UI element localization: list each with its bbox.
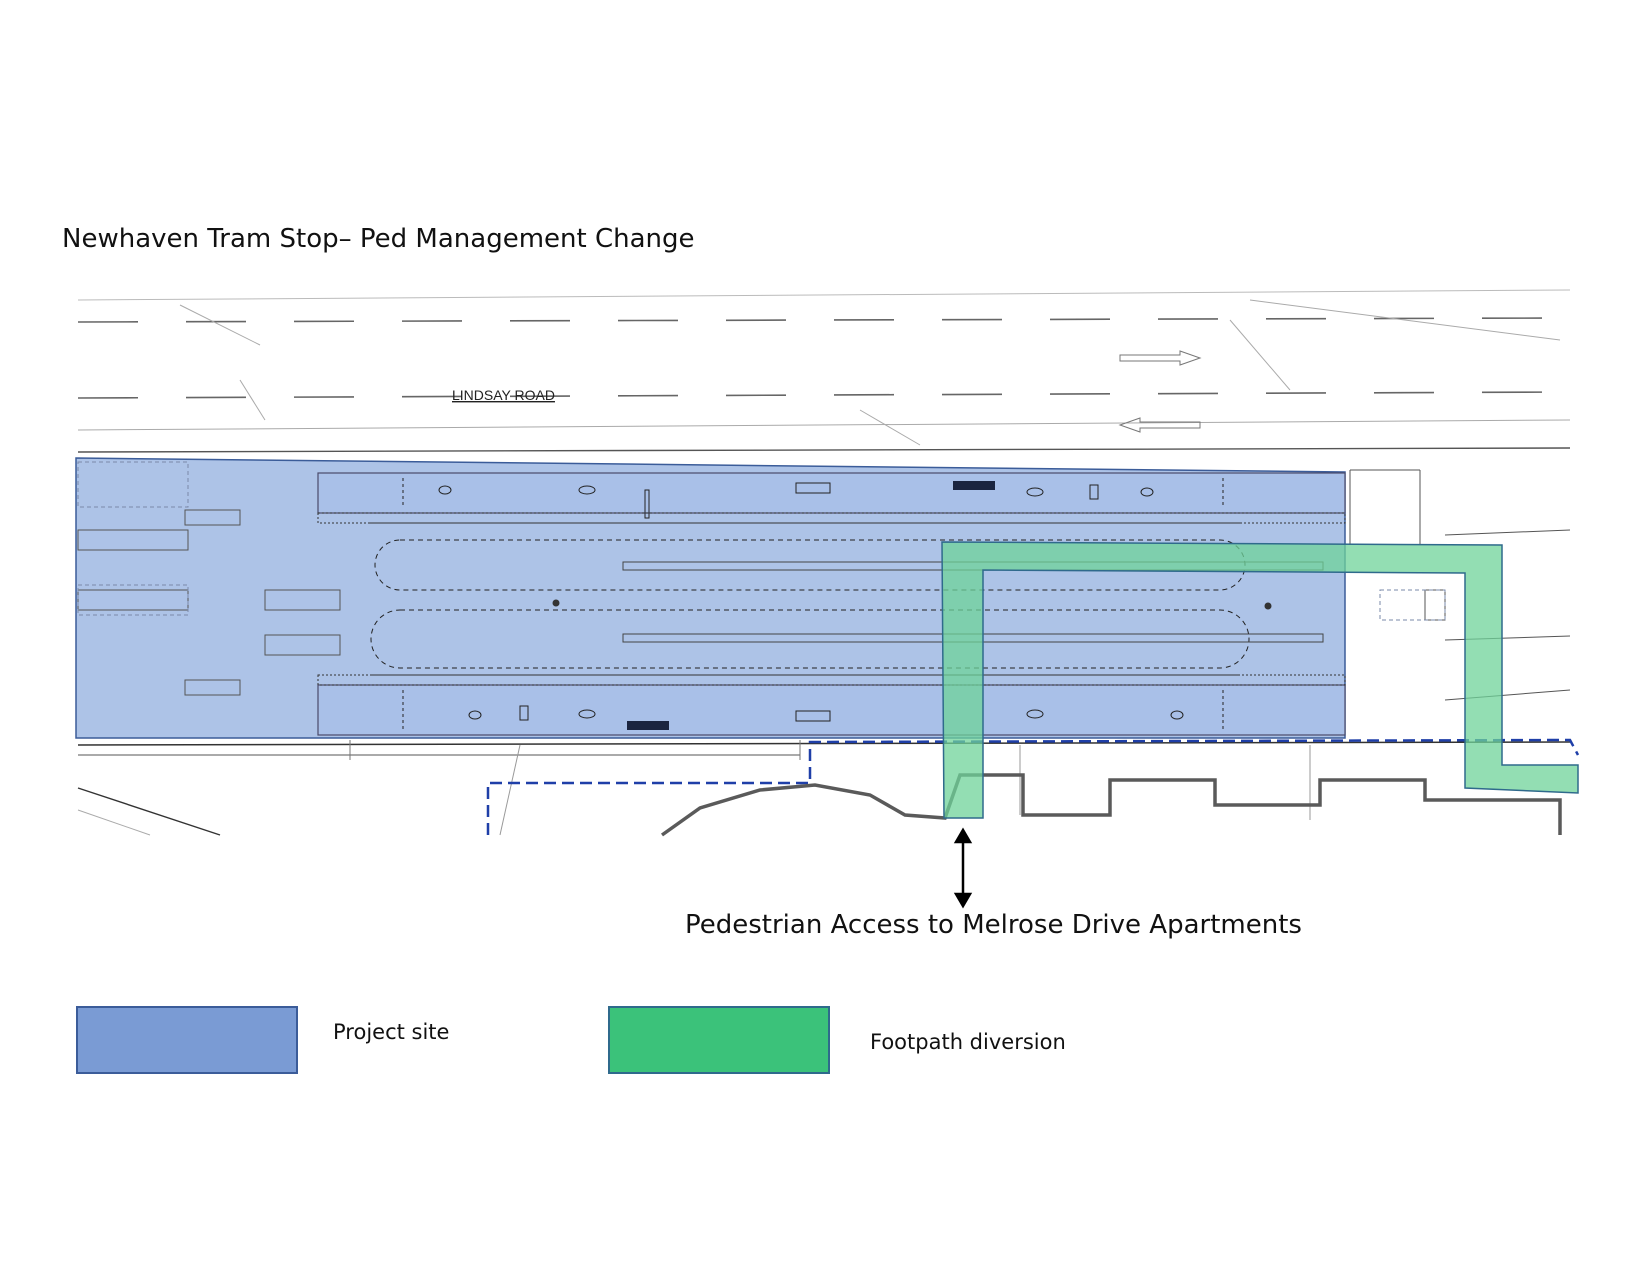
legend-label-project-site: Project site bbox=[333, 1020, 450, 1044]
site-boundary-line bbox=[486, 738, 1580, 835]
legend-swatch-footpath-diversion bbox=[608, 1006, 830, 1074]
legend-label-footpath-diversion: Footpath diversion bbox=[870, 1030, 1066, 1054]
site-plan-map: LINDSAY ROAD bbox=[75, 289, 1580, 909]
access-label: Pedestrian Access to Melrose Drive Apart… bbox=[685, 910, 1302, 940]
project-site-area bbox=[75, 457, 1446, 739]
road-label: LINDSAY ROAD bbox=[452, 387, 555, 403]
legend-swatch-project-site bbox=[76, 1006, 298, 1074]
access-arrow bbox=[953, 827, 973, 909]
